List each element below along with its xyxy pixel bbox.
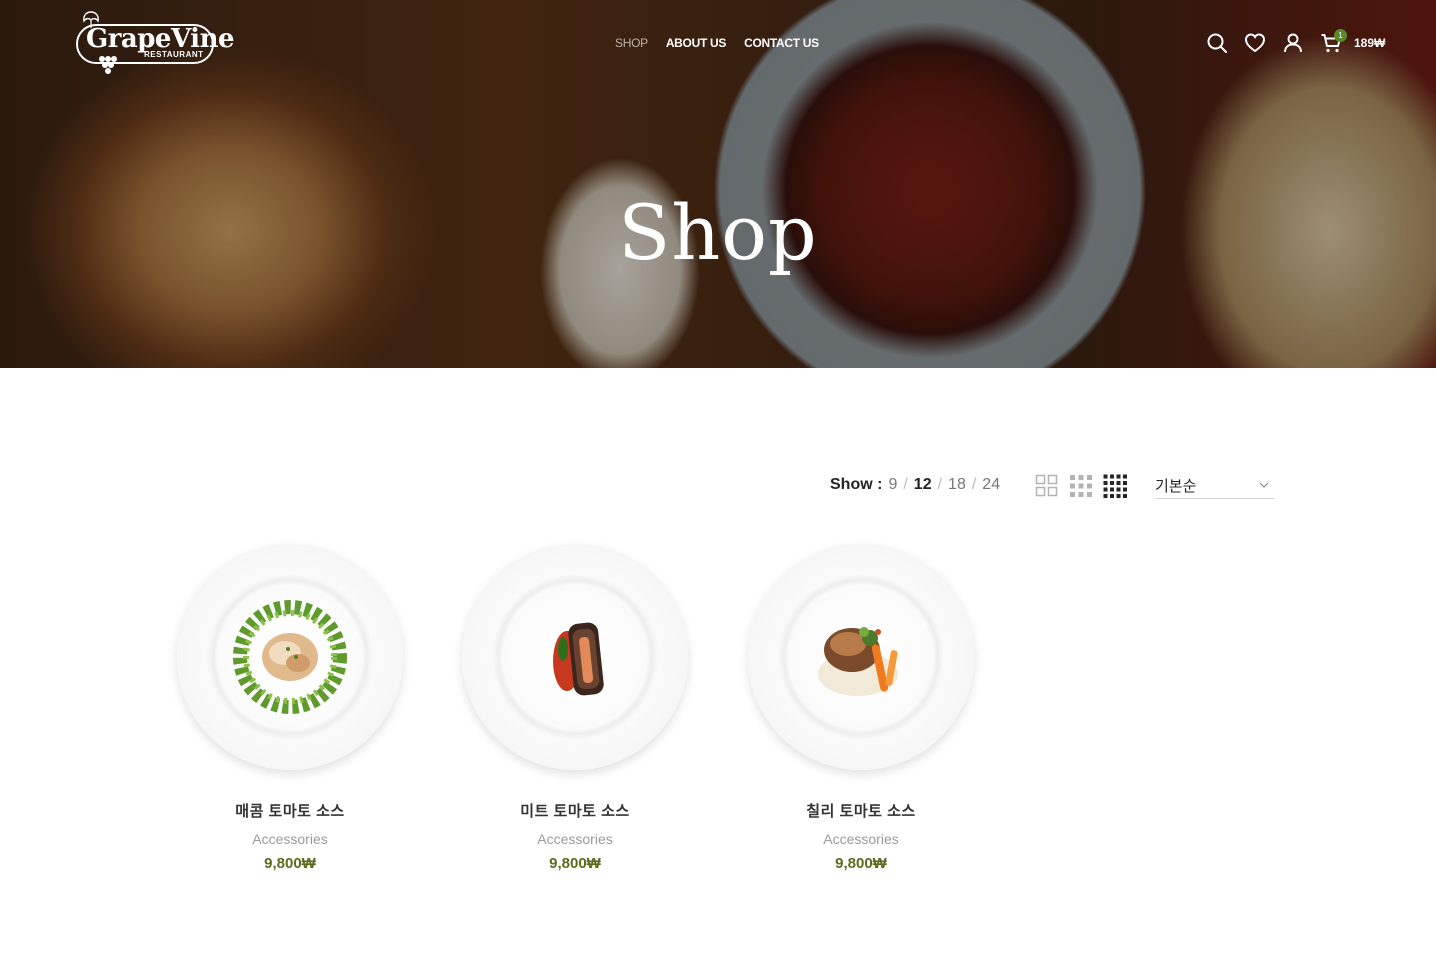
nav-item-contact-us[interactable]: CONTACT US: [744, 36, 819, 50]
site-header: GrapeVine RESTAURANT SHOP ABOUT US CONTA…: [0, 0, 1436, 90]
grapes-icon: [99, 56, 117, 74]
product-price: 9,800₩: [549, 855, 601, 872]
site-logo[interactable]: GrapeVine RESTAURANT: [74, 10, 235, 78]
sort-select[interactable]: 기본순: [1155, 472, 1275, 499]
product-image[interactable]: [748, 544, 974, 770]
heart-icon[interactable]: [1244, 32, 1266, 54]
product-price: 9,800₩: [835, 855, 887, 872]
per-page-separator: /: [937, 476, 943, 493]
product-name[interactable]: 칠리 토마토 소스: [746, 800, 976, 821]
page-title: Shop: [618, 188, 818, 277]
product-name[interactable]: 미트 토마토 소스: [460, 800, 690, 821]
grid-2-columns-icon[interactable]: [1035, 474, 1059, 498]
salmon-dish-image: [553, 622, 604, 696]
per-page-separator: /: [903, 476, 908, 493]
product-card[interactable]: 칠리 토마토 소스 Accessories 9,800₩: [746, 540, 976, 872]
cart-total: 189₩: [1354, 36, 1386, 50]
grid-4-columns-icon[interactable]: [1103, 474, 1127, 498]
per-page-option-24[interactable]: 24: [982, 476, 1000, 494]
product-card[interactable]: 미트 토마토 소스 Accessories 9,800₩: [460, 540, 690, 872]
product-card[interactable]: 매콤 토마토 소스 Accessories 9,800₩: [175, 540, 405, 872]
product-price: 9,800₩: [264, 855, 316, 872]
per-page-option-9[interactable]: 9: [888, 476, 897, 494]
per-page-separator: /: [971, 476, 977, 493]
nav-item-about-us[interactable]: ABOUT US: [666, 36, 727, 50]
salad-dish-image: [233, 600, 347, 714]
cart-button[interactable]: 1 189₩: [1320, 29, 1386, 54]
search-icon[interactable]: [1206, 32, 1228, 54]
product-category[interactable]: Accessories: [175, 831, 405, 847]
chevron-down-icon: [1259, 482, 1269, 488]
per-page-option-18[interactable]: 18: [948, 476, 966, 494]
product-image[interactable]: [462, 544, 688, 770]
per-page-label: Show :: [830, 476, 883, 493]
grid-3-columns-icon[interactable]: [1069, 474, 1093, 498]
header-actions: 1 189₩: [1206, 29, 1386, 54]
product-image[interactable]: [177, 544, 403, 770]
product-category[interactable]: Accessories: [746, 831, 976, 847]
braised-meat-dish-image: [818, 627, 898, 696]
main-nav: SHOP ABOUT US CONTACT US: [615, 36, 819, 50]
cart-count-badge: 1: [1334, 29, 1347, 42]
shop-toolbar: Show : 9 / 12 / 18 / 24 기본순: [0, 472, 1436, 502]
sort-selected-value: 기본순: [1155, 478, 1197, 495]
per-page-selector: Show : 9 / 12 / 18 / 24: [830, 476, 1000, 494]
per-page-option-12[interactable]: 12: [914, 476, 932, 494]
product-category[interactable]: Accessories: [460, 831, 690, 847]
nav-item-shop[interactable]: SHOP: [615, 36, 648, 50]
user-icon[interactable]: [1282, 32, 1304, 54]
logo-tagline: RESTAURANT: [144, 50, 204, 59]
product-name[interactable]: 매콤 토마토 소스: [175, 800, 405, 821]
product-grid: 매콤 토마토 소스 Accessories 9,800₩ 미트 토마토 소스 A…: [0, 540, 1436, 880]
